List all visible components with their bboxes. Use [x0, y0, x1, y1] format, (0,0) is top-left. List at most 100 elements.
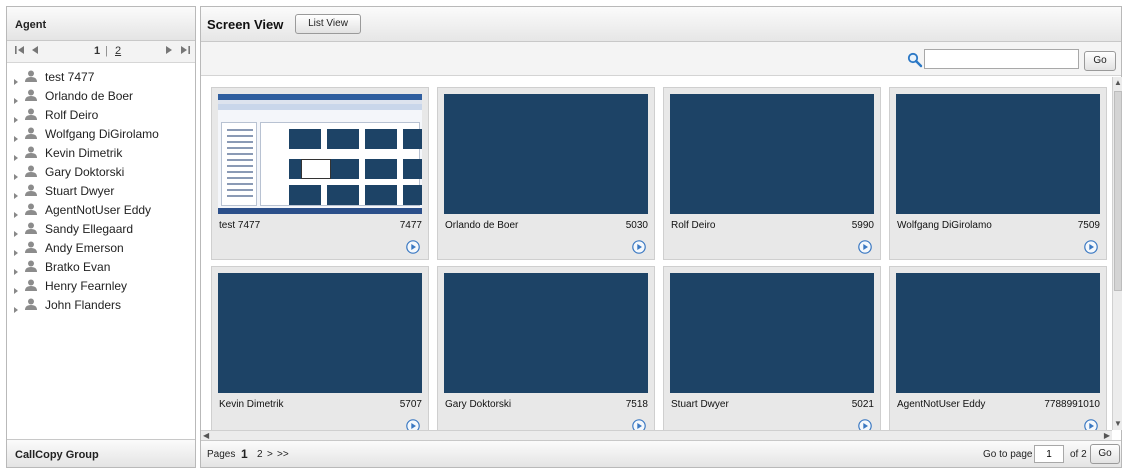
screen-thumbnail[interactable] [670, 273, 874, 393]
tile-extension: 7518 [625, 399, 648, 410]
agent-item[interactable]: Orlando de Boer [7, 86, 195, 105]
callcopy-group-header[interactable]: CallCopy Group [7, 439, 195, 467]
person-icon [24, 127, 38, 140]
next-page-icon[interactable] [165, 45, 173, 58]
agent-screen-tile[interactable]: AgentNotUser Eddy 7788991010 [889, 266, 1107, 430]
expand-arrow-icon[interactable] [13, 207, 19, 218]
screen-thumbnail[interactable] [218, 273, 422, 393]
screen-thumbnail[interactable] [896, 273, 1100, 393]
screen-view-header: Screen View List View [201, 7, 1121, 42]
play-icon[interactable] [406, 419, 420, 430]
expand-arrow-icon[interactable] [13, 245, 19, 256]
last-page-icon[interactable] [180, 45, 190, 58]
agent-item[interactable]: AgentNotUser Eddy [7, 200, 195, 219]
play-icon[interactable] [858, 240, 872, 254]
expand-arrow-icon[interactable] [13, 112, 19, 123]
expand-arrow-icon[interactable] [13, 169, 19, 180]
agent-panel-title: Agent [7, 7, 195, 41]
play-icon[interactable] [632, 419, 646, 430]
agent-name: John Flanders [45, 297, 122, 312]
agent-name: test 7477 [45, 69, 95, 84]
agent-screen-tile[interactable]: Orlando de Boer 5030 [437, 87, 655, 260]
scroll-up-icon[interactable]: ▲ [1114, 78, 1122, 88]
goto-page-label: Go to page [983, 449, 1033, 460]
screen-thumbnail[interactable] [670, 94, 874, 214]
page-2-link[interactable]: 2 [257, 449, 263, 460]
play-icon[interactable] [632, 240, 646, 254]
agent-screen-tile[interactable]: test 7477 7477 [211, 87, 429, 260]
agent-screen-tile[interactable]: Rolf Deiro 5990 [663, 87, 881, 260]
agent-item[interactable]: Kevin Dimetrik [7, 143, 195, 162]
goto-page-input[interactable] [1034, 445, 1064, 463]
tile-extension: 5707 [399, 399, 422, 410]
person-icon [24, 260, 38, 273]
goto-go-button[interactable]: Go [1090, 444, 1120, 464]
expand-arrow-icon[interactable] [13, 74, 19, 85]
search-input[interactable] [924, 49, 1079, 69]
person-icon [24, 203, 38, 216]
agent-item[interactable]: test 7477 [7, 67, 195, 86]
screen-thumbnail[interactable] [218, 94, 422, 214]
prev-page-icon[interactable] [31, 45, 39, 58]
last-page-link[interactable]: >> [277, 449, 289, 460]
screen-tile-grid: test 7477 7477 Orlando de Boer 5030 Rolf Dei… [201, 77, 1112, 430]
vertical-scrollbar[interactable]: ▲ ▼ [1112, 77, 1122, 430]
screen-thumbnail[interactable] [896, 94, 1100, 214]
agent-item[interactable]: Andy Emerson [7, 238, 195, 257]
agent-item[interactable]: Gary Doktorski [7, 162, 195, 181]
play-icon[interactable] [1084, 240, 1098, 254]
agent-item[interactable]: John Flanders [7, 295, 195, 314]
expand-arrow-icon[interactable] [13, 93, 19, 104]
screen-thumbnail[interactable] [444, 273, 648, 393]
pages-label: Pages [207, 449, 236, 460]
tile-agent-name: AgentNotUser Eddy [897, 399, 986, 410]
search-toolbar: Go [201, 42, 1121, 76]
first-page-icon[interactable] [15, 45, 25, 58]
agent-name: Sandy Ellegaard [45, 221, 134, 236]
tile-agent-name: Stuart Dwyer [671, 399, 729, 410]
next-page-link[interactable]: > [267, 449, 273, 460]
agent-item[interactable]: Rolf Deiro [7, 105, 195, 124]
agent-item[interactable]: Wolfgang DiGirolamo [7, 124, 195, 143]
agent-name: Stuart Dwyer [45, 183, 115, 198]
play-icon[interactable] [406, 240, 420, 254]
scroll-down-icon[interactable]: ▼ [1114, 419, 1122, 429]
agent-name: Henry Fearnley [45, 278, 128, 293]
expand-arrow-icon[interactable] [13, 226, 19, 237]
expand-arrow-icon[interactable] [13, 264, 19, 275]
search-go-button[interactable]: Go [1084, 51, 1116, 71]
tile-agent-name: Rolf Deiro [671, 220, 716, 231]
screen-view-panel: Screen View List View Go test 7477 7477 Or… [200, 6, 1122, 468]
agent-screen-tile[interactable]: Gary Doktorski 7518 [437, 266, 655, 430]
vertical-scroll-thumb[interactable] [1114, 91, 1122, 291]
tile-agent-name: Kevin Dimetrik [219, 399, 284, 410]
agent-item[interactable]: Bratko Evan [7, 257, 195, 276]
person-icon [24, 146, 38, 159]
agent-item[interactable]: Henry Fearnley [7, 276, 195, 295]
tile-agent-name: test 7477 [219, 220, 261, 231]
agent-name: Orlando de Boer [45, 88, 134, 103]
expand-arrow-icon[interactable] [13, 302, 19, 313]
live-screen-preview [218, 94, 422, 214]
page-2-link[interactable]: 2 [115, 45, 121, 57]
agent-item[interactable]: Sandy Ellegaard [7, 219, 195, 238]
agent-item[interactable]: Stuart Dwyer [7, 181, 195, 200]
agent-screen-tile[interactable]: Wolfgang DiGirolamo 7509 [889, 87, 1107, 260]
person-icon [24, 279, 38, 292]
play-icon[interactable] [858, 419, 872, 430]
agent-list: test 7477 Orlando de Boer Rolf Deiro Wolfga… [7, 63, 195, 314]
agent-screen-tile[interactable]: Stuart Dwyer 5021 [663, 266, 881, 430]
search-icon [907, 52, 923, 68]
list-view-button[interactable]: List View [295, 14, 361, 34]
person-icon [24, 165, 38, 178]
agent-name: Gary Doktorski [45, 164, 125, 179]
expand-arrow-icon[interactable] [13, 131, 19, 142]
tile-agent-name: Wolfgang DiGirolamo [897, 220, 992, 231]
tile-extension: 7509 [1077, 220, 1100, 231]
play-icon[interactable] [1084, 419, 1098, 430]
expand-arrow-icon[interactable] [13, 188, 19, 199]
screen-thumbnail[interactable] [444, 94, 648, 214]
agent-screen-tile[interactable]: Kevin Dimetrik 5707 [211, 266, 429, 430]
expand-arrow-icon[interactable] [13, 150, 19, 161]
expand-arrow-icon[interactable] [13, 283, 19, 294]
